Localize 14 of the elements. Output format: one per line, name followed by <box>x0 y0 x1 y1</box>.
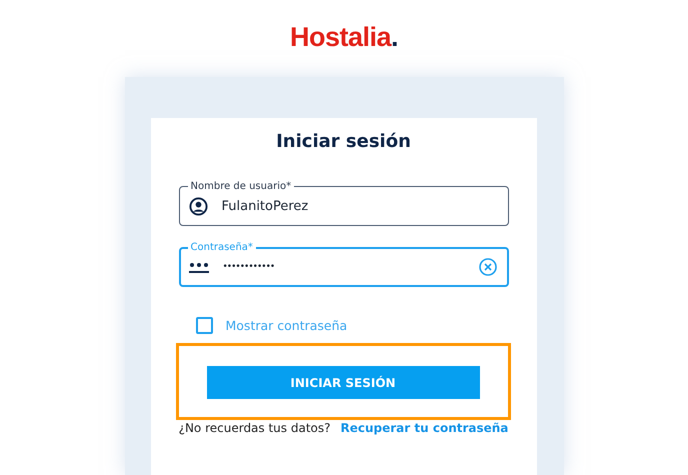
field-value: •••••••••••• <box>222 262 276 272</box>
checkbox[interactable] <box>196 317 212 334</box>
user-icon <box>188 196 208 216</box>
password-icon <box>188 260 208 274</box>
checkbox-label[interactable]: Mostrar contraseña <box>226 318 348 333</box>
username-field[interactable]: Nombre de usuario* FulanitoPerez <box>178 179 508 226</box>
clear-icon[interactable] <box>478 258 496 276</box>
field-value: FulanitoPerez <box>222 198 310 214</box>
login-button[interactable]: INICIAR SESIÓN <box>206 366 480 399</box>
help-text: ¿No recuerdas tus datos? <box>178 421 330 435</box>
password-field[interactable]: Contraseña* •••••••••••• <box>178 240 508 287</box>
logo: Hostalia. <box>290 22 398 52</box>
recover-password-link[interactable]: Recuperar tu contraseña <box>340 421 508 435</box>
form-title: Iniciar sesión <box>275 130 412 154</box>
